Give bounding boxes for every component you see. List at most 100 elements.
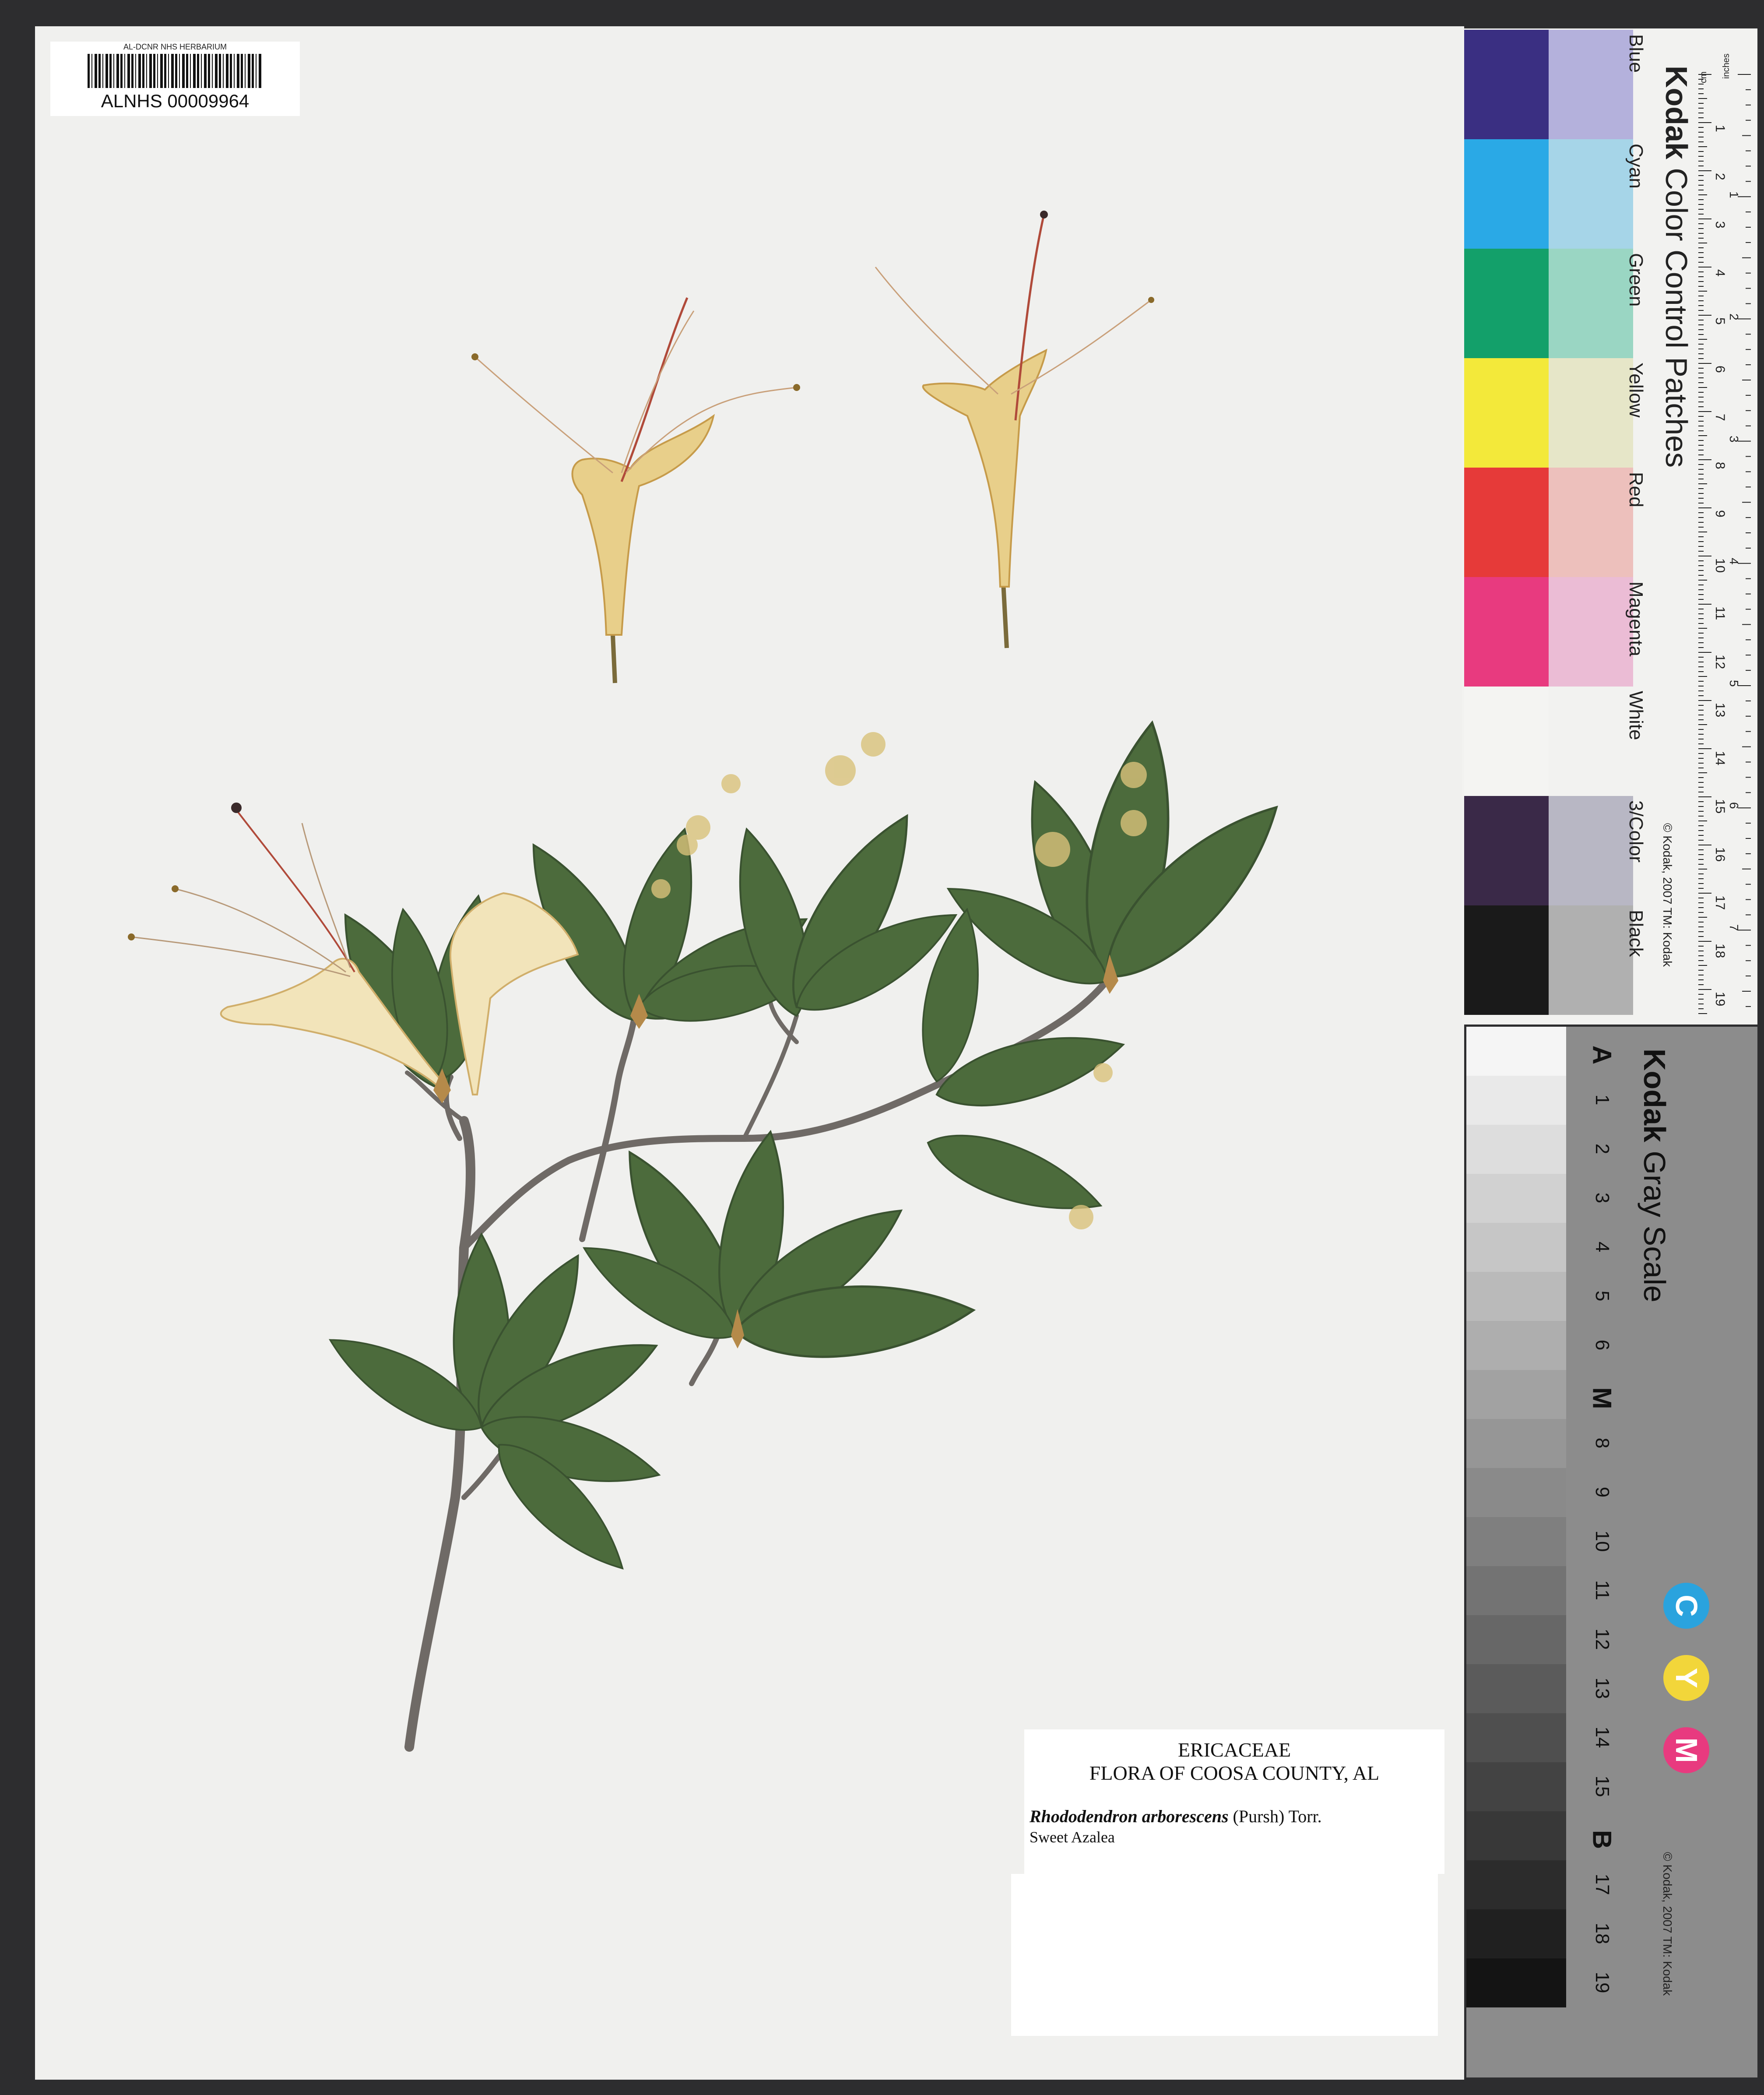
gray-step: [1466, 1517, 1566, 1566]
patch-3-color-strong: [1464, 796, 1549, 905]
common-name: Sweet Azalea: [1030, 1828, 1115, 1846]
gray-step: [1466, 1321, 1566, 1370]
color-card-copyright: © Kodak, 2007 TM: Kodak: [1661, 823, 1674, 967]
ruler-cm-label: 12: [1713, 655, 1727, 669]
ruler-cm-label: 1: [1713, 125, 1727, 132]
gray-step: [1466, 1909, 1566, 1958]
loose-flower-right: [875, 211, 1154, 648]
patch-label: Magenta: [1625, 577, 1651, 687]
cmy-dot-y: Y: [1663, 1655, 1709, 1701]
gray-scale-title: Kodak Gray Scale: [1637, 1049, 1672, 1303]
gray-step-label: 9: [1592, 1486, 1613, 1498]
blank-label-area: [1011, 1874, 1438, 2036]
cmy-dot-c: C: [1663, 1583, 1709, 1629]
ruler-cm-label: 10: [1713, 558, 1727, 573]
gray-step-label: A: [1587, 1045, 1617, 1065]
gray-step-label: M: [1587, 1387, 1617, 1409]
patch-white-light: [1549, 687, 1633, 796]
patch-label: Blue: [1625, 30, 1651, 139]
patch-label-text: Green: [1625, 253, 1647, 307]
patch-green-light: [1549, 249, 1633, 358]
gray-step: [1466, 1958, 1566, 2007]
patch-label-text: Blue: [1625, 34, 1647, 73]
determination-label: ERICACEAE FLORA OF COOSA COUNTY, AL Rhod…: [1024, 1729, 1444, 1874]
ruler-cm-label: 9: [1713, 510, 1727, 518]
gray-step: [1466, 1076, 1566, 1125]
gray-step-label: 15: [1592, 1775, 1613, 1797]
loose-flower-left: [471, 297, 800, 683]
patch-black-light: [1549, 905, 1633, 1015]
patch-label-text: Yellow: [1625, 363, 1647, 418]
patch-magenta-light: [1549, 577, 1633, 687]
patch-green-strong: [1464, 249, 1549, 358]
ruler-cm-label: 3: [1713, 221, 1727, 229]
patch-label: White: [1625, 687, 1651, 796]
patch-blue-strong: [1464, 30, 1549, 139]
ruler-cm-label: 16: [1713, 847, 1727, 862]
patch-label: Cyan: [1625, 139, 1651, 249]
ruler-cm-label: 17: [1713, 895, 1727, 910]
patch-label-text: Red: [1625, 472, 1647, 507]
ruler-inch-label: 2: [1727, 313, 1741, 320]
gray-step: [1466, 1713, 1566, 1762]
gray-step-label: 5: [1592, 1290, 1613, 1302]
ruler-cm-label: 4: [1713, 269, 1727, 277]
gray-step: [1466, 1615, 1566, 1664]
gray-step: [1466, 1762, 1566, 1811]
gray-step: [1466, 1664, 1566, 1713]
ruler-unit-label: inches: [1722, 53, 1731, 79]
gray-card-copyright: © Kodak, 2007 TM: Kodak: [1661, 1852, 1674, 1996]
ruler-cm-label: 8: [1713, 462, 1727, 469]
ruler-cm-label: 11: [1713, 606, 1727, 620]
ruler-cm-label: 5: [1713, 317, 1727, 325]
patch-label: Green: [1625, 249, 1651, 358]
species-name: Rhododendron arborescens: [1030, 1806, 1229, 1826]
gray-step: [1466, 1419, 1566, 1468]
family-name: ERICACEAE: [1177, 1739, 1291, 1761]
ruler-cm-label: 6: [1713, 366, 1727, 373]
patch-label-text: Black: [1625, 910, 1647, 957]
flora-title: FLORA OF COOSA COUNTY, AL: [1089, 1762, 1380, 1784]
patch-label-text: Cyan: [1625, 144, 1647, 189]
patch-3-color-light: [1549, 796, 1633, 905]
gray-step: [1466, 1027, 1566, 1076]
ruler-inch-label: 5: [1727, 680, 1741, 687]
gray-step: [1466, 1223, 1566, 1272]
ruler-cm-label: 2: [1713, 173, 1727, 180]
patch-label: Yellow: [1625, 358, 1651, 468]
gray-step-label: 18: [1592, 1922, 1613, 1944]
gray-step-label: 17: [1592, 1873, 1613, 1895]
patch-red-light: [1549, 468, 1633, 577]
gray-step-label: 8: [1592, 1437, 1613, 1449]
ruler-cm-label: 7: [1713, 414, 1727, 421]
ruler-cm-label: 13: [1713, 703, 1727, 717]
gray-step-label: 6: [1592, 1339, 1613, 1351]
patch-cyan-strong: [1464, 139, 1549, 249]
gray-step: [1466, 1860, 1566, 1909]
ruler-cm-label: 19: [1713, 992, 1727, 1006]
gray-step-label: 1: [1592, 1094, 1613, 1106]
ruler-inch-label: 7: [1727, 924, 1741, 931]
patch-magenta-strong: [1464, 577, 1549, 687]
gray-step: [1466, 1174, 1566, 1223]
gray-step-label: 10: [1592, 1530, 1613, 1552]
ruler-unit-label: cm: [1699, 71, 1708, 83]
gray-step-label: 11: [1592, 1580, 1613, 1600]
patch-cyan-light: [1549, 139, 1633, 249]
patch-yellow-light: [1549, 358, 1633, 468]
gray-step-label: 4: [1592, 1241, 1613, 1253]
ruler-cm-label: 15: [1713, 799, 1727, 813]
patch-blue-light: [1549, 30, 1633, 139]
ruler-cm-label: 18: [1713, 944, 1727, 958]
ruler-inch-label: 3: [1727, 436, 1741, 443]
gray-step: [1466, 1125, 1566, 1174]
ruler-inch-label: 4: [1727, 558, 1741, 565]
gray-step: [1466, 1811, 1566, 1860]
ruler-inch-label: 1: [1727, 191, 1741, 198]
cmy-dot-m: M: [1663, 1727, 1709, 1773]
gray-step-label: 19: [1592, 1972, 1613, 1993]
patch-label-text: 3/Color: [1625, 800, 1647, 863]
patch-label: 3/Color: [1625, 796, 1651, 905]
patch-label: Red: [1625, 468, 1651, 577]
patch-label-text: Magenta: [1625, 581, 1647, 657]
